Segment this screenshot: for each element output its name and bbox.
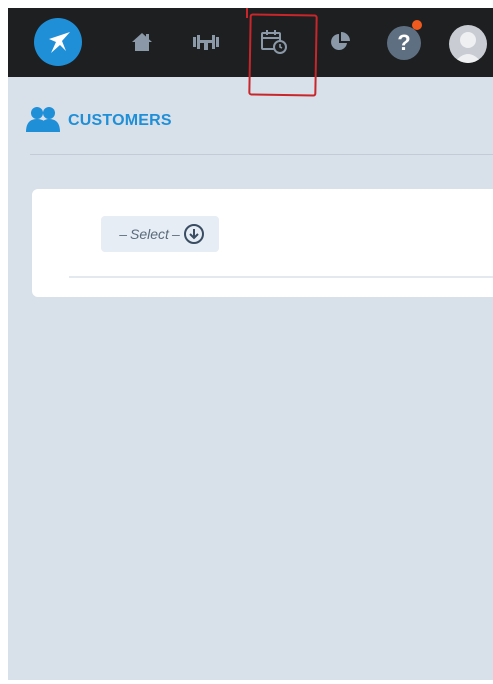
home-icon[interactable] — [128, 28, 156, 56]
app-frame: ? CUSTOMERS – Select – — [8, 8, 493, 680]
divider — [30, 154, 493, 155]
page-title: CUSTOMERS — [68, 112, 172, 129]
annotation-highlight-box — [248, 13, 318, 97]
select-dash-right: – — [171, 226, 180, 242]
section-header: CUSTOMERS — [26, 106, 172, 136]
annotation-mark — [246, 8, 248, 18]
select-dash-left: – — [119, 226, 128, 242]
content-card: – Select – — [32, 189, 493, 297]
users-icon — [26, 106, 60, 137]
help-label: ? — [397, 30, 411, 55]
logo-icon[interactable] — [34, 18, 82, 66]
select-label: Select — [130, 226, 169, 242]
help-button[interactable]: ? — [387, 26, 421, 60]
dumbbell-icon[interactable] — [192, 28, 220, 56]
select-dropdown[interactable]: – Select – — [101, 216, 219, 252]
card-divider — [69, 276, 493, 278]
pie-chart-icon[interactable] — [326, 28, 354, 56]
user-avatar[interactable] — [449, 25, 487, 63]
notification-badge — [412, 20, 422, 30]
arrow-down-circle-icon — [183, 224, 204, 244]
